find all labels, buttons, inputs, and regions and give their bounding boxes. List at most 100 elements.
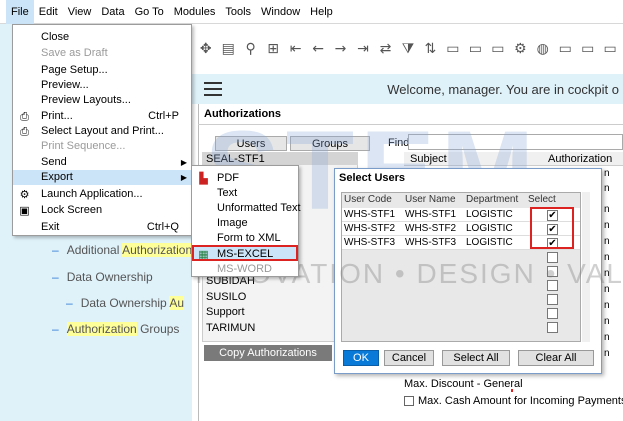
ok-button[interactable]: OK — [343, 350, 379, 366]
layout-icon[interactable]: ▤ — [218, 39, 237, 59]
grid-cell-edge: n — [604, 348, 610, 359]
column-header-authorization: Authorization — [548, 153, 613, 165]
doc4-icon[interactable]: ⚙ — [511, 39, 530, 59]
grid-cell-edge: n — [604, 183, 610, 194]
column-header-user-code: User Code — [344, 194, 392, 205]
tree-item-additional-authorization[interactable]: – Additional Authorization — [52, 243, 193, 257]
menu-data[interactable]: Data — [96, 0, 129, 24]
pdf-icon: ▙ — [199, 171, 208, 185]
lock-icon: ▣ — [19, 204, 30, 217]
filter-icon[interactable]: ⧩ — [398, 39, 417, 59]
menu-window[interactable]: Window — [256, 0, 305, 24]
doc2-icon[interactable]: ▭ — [466, 39, 485, 59]
copy-authorizations-button[interactable]: Copy Authorizations — [204, 345, 332, 361]
sort-icon[interactable]: ⇅ — [421, 39, 440, 59]
highlight-box — [192, 245, 298, 261]
submenu-arrow-icon: ▶ — [180, 158, 187, 167]
menu-item-preview[interactable]: Preview... — [13, 78, 191, 93]
menu-item-send[interactable]: Send ▶ — [13, 155, 191, 170]
menu-bar: File Edit View Data Go To Modules Tools … — [0, 0, 623, 24]
select-checkbox[interactable] — [547, 294, 558, 305]
tree-dash: – — [52, 322, 59, 336]
refresh-icon[interactable]: ⇄ — [376, 39, 395, 59]
welcome-text: Welcome, manager. You are in cockpit o — [387, 81, 619, 97]
grid-cell-edge: n — [604, 332, 610, 343]
menu-item-image[interactable]: Image — [192, 216, 298, 230]
max-cash-checkbox[interactable] — [404, 396, 414, 407]
doc8-icon[interactable]: ▭ — [600, 39, 619, 59]
menu-help[interactable]: Help — [305, 0, 338, 24]
menu-item-lock-screen[interactable]: ▣ Lock Screen — [13, 203, 191, 218]
menu-view[interactable]: View — [63, 0, 97, 24]
menu-item-export[interactable]: Export ▶ — [13, 170, 191, 185]
max-discount-label: Max. Discount - General — [404, 378, 523, 390]
select-checkbox[interactable] — [547, 322, 558, 333]
menu-file[interactable]: File — [6, 0, 34, 24]
doc6-icon[interactable]: ▭ — [556, 39, 575, 59]
menu-item-text[interactable]: Text — [192, 186, 298, 200]
move-icon[interactable]: ✥ — [196, 39, 215, 59]
max-cash-row[interactable]: Max. Cash Amount for Incoming Payments — [404, 395, 623, 407]
tree-item-data-ownership-auth[interactable]: – Data Ownership Au — [66, 296, 185, 310]
grid-cell-edge: n — [604, 300, 610, 311]
column-header-user-name: User Name — [405, 194, 456, 205]
grid-cell-edge: n — [604, 316, 610, 327]
doc-icon[interactable]: ▭ — [443, 39, 462, 59]
grid-cell-edge: n — [604, 204, 610, 215]
clear-all-button[interactable]: Clear All — [518, 350, 594, 366]
select-checkbox[interactable] — [547, 308, 558, 319]
menu-item-exit[interactable]: Exit Ctrl+Q — [13, 220, 191, 235]
grid-cell-edge: n — [604, 168, 610, 179]
tree-dash: – — [66, 296, 73, 310]
menu-tools[interactable]: Tools — [220, 0, 256, 24]
file-menu: Close Save as Draft Page Setup... Previe… — [12, 24, 192, 236]
prev-icon[interactable]: ← — [308, 39, 327, 59]
menu-item-preview-layouts[interactable]: Preview Layouts... — [13, 93, 191, 108]
first-icon[interactable]: ⇤ — [286, 39, 305, 59]
doc5-icon[interactable]: ◍ — [533, 39, 552, 59]
select-all-button[interactable]: Select All — [442, 350, 510, 366]
doc7-icon[interactable]: ▭ — [578, 39, 597, 59]
welcome-bar: Welcome, manager. You are in cockpit o — [192, 74, 623, 104]
tree-item-data-ownership[interactable]: – Data Ownership — [52, 270, 153, 284]
next-icon[interactable]: → — [331, 39, 350, 59]
dialog-title: Select Users — [339, 172, 406, 184]
menu-item-page-setup[interactable]: Page Setup... — [13, 63, 191, 78]
grid-cell-edge: n — [604, 220, 610, 231]
menu-item-select-layout-print[interactable]: ⎙ Select Layout and Print... — [13, 124, 191, 139]
list-item[interactable]: Support — [206, 306, 245, 318]
doc3-icon[interactable]: ▭ — [488, 39, 507, 59]
menu-goto[interactable]: Go To — [130, 0, 169, 24]
column-header-department: Department — [466, 194, 519, 205]
add-icon[interactable]: ⊞ — [263, 39, 282, 59]
max-cash-label: Max. Cash Amount for Incoming Payments — [418, 395, 623, 407]
launch-icon: ⚙ — [19, 188, 30, 201]
list-item[interactable]: SUSILO — [206, 291, 246, 303]
printer-icon: ⎙ — [20, 125, 29, 138]
printer-icon: ⎙ — [20, 110, 29, 123]
toolbar: ✥ ▤ ⚲ ⊞ ⇤ ← → ⇥ ⇄ ⧩ ⇅ ▭ ▭ ▭ ⚙ ◍ ▭ ▭ ▭ — [192, 24, 623, 74]
tree-dash: – — [52, 270, 59, 284]
menu-item-close[interactable]: Close — [13, 30, 191, 45]
marker — [511, 389, 513, 392]
menu-item-print-sequence: Print Sequence... — [41, 140, 126, 152]
last-icon[interactable]: ⇥ — [353, 39, 372, 59]
menu-item-unformatted-text[interactable]: Unformatted Text — [192, 201, 301, 215]
menu-item-launch-application[interactable]: ⚙ Launch Application... — [13, 187, 191, 202]
menu-item-form-to-xml[interactable]: Form to XML — [192, 231, 298, 245]
menu-item-print[interactable]: ⎙ Print... Ctrl+P — [13, 109, 191, 124]
menu-edit[interactable]: Edit — [34, 0, 63, 24]
tree-item-authorization-groups[interactable]: – Authorization Groups — [52, 322, 179, 336]
menu-item-save-as-draft: Save as Draft — [41, 47, 108, 59]
menu-item-pdf[interactable]: ▙ PDF — [192, 171, 298, 185]
find-icon[interactable]: ⚲ — [241, 39, 260, 59]
menu-item-ms-word: MS-WORD — [217, 263, 272, 275]
list-item[interactable]: TARIMUN — [206, 322, 255, 334]
hamburger-menu-icon[interactable] — [204, 82, 222, 96]
grid-cell-edge: n — [604, 236, 610, 247]
cancel-button[interactable]: Cancel — [384, 350, 434, 366]
menu-modules[interactable]: Modules — [169, 0, 221, 24]
highlight-box — [530, 207, 574, 249]
column-header-select: Select — [528, 194, 556, 205]
submenu-arrow-icon: ▶ — [180, 173, 187, 182]
